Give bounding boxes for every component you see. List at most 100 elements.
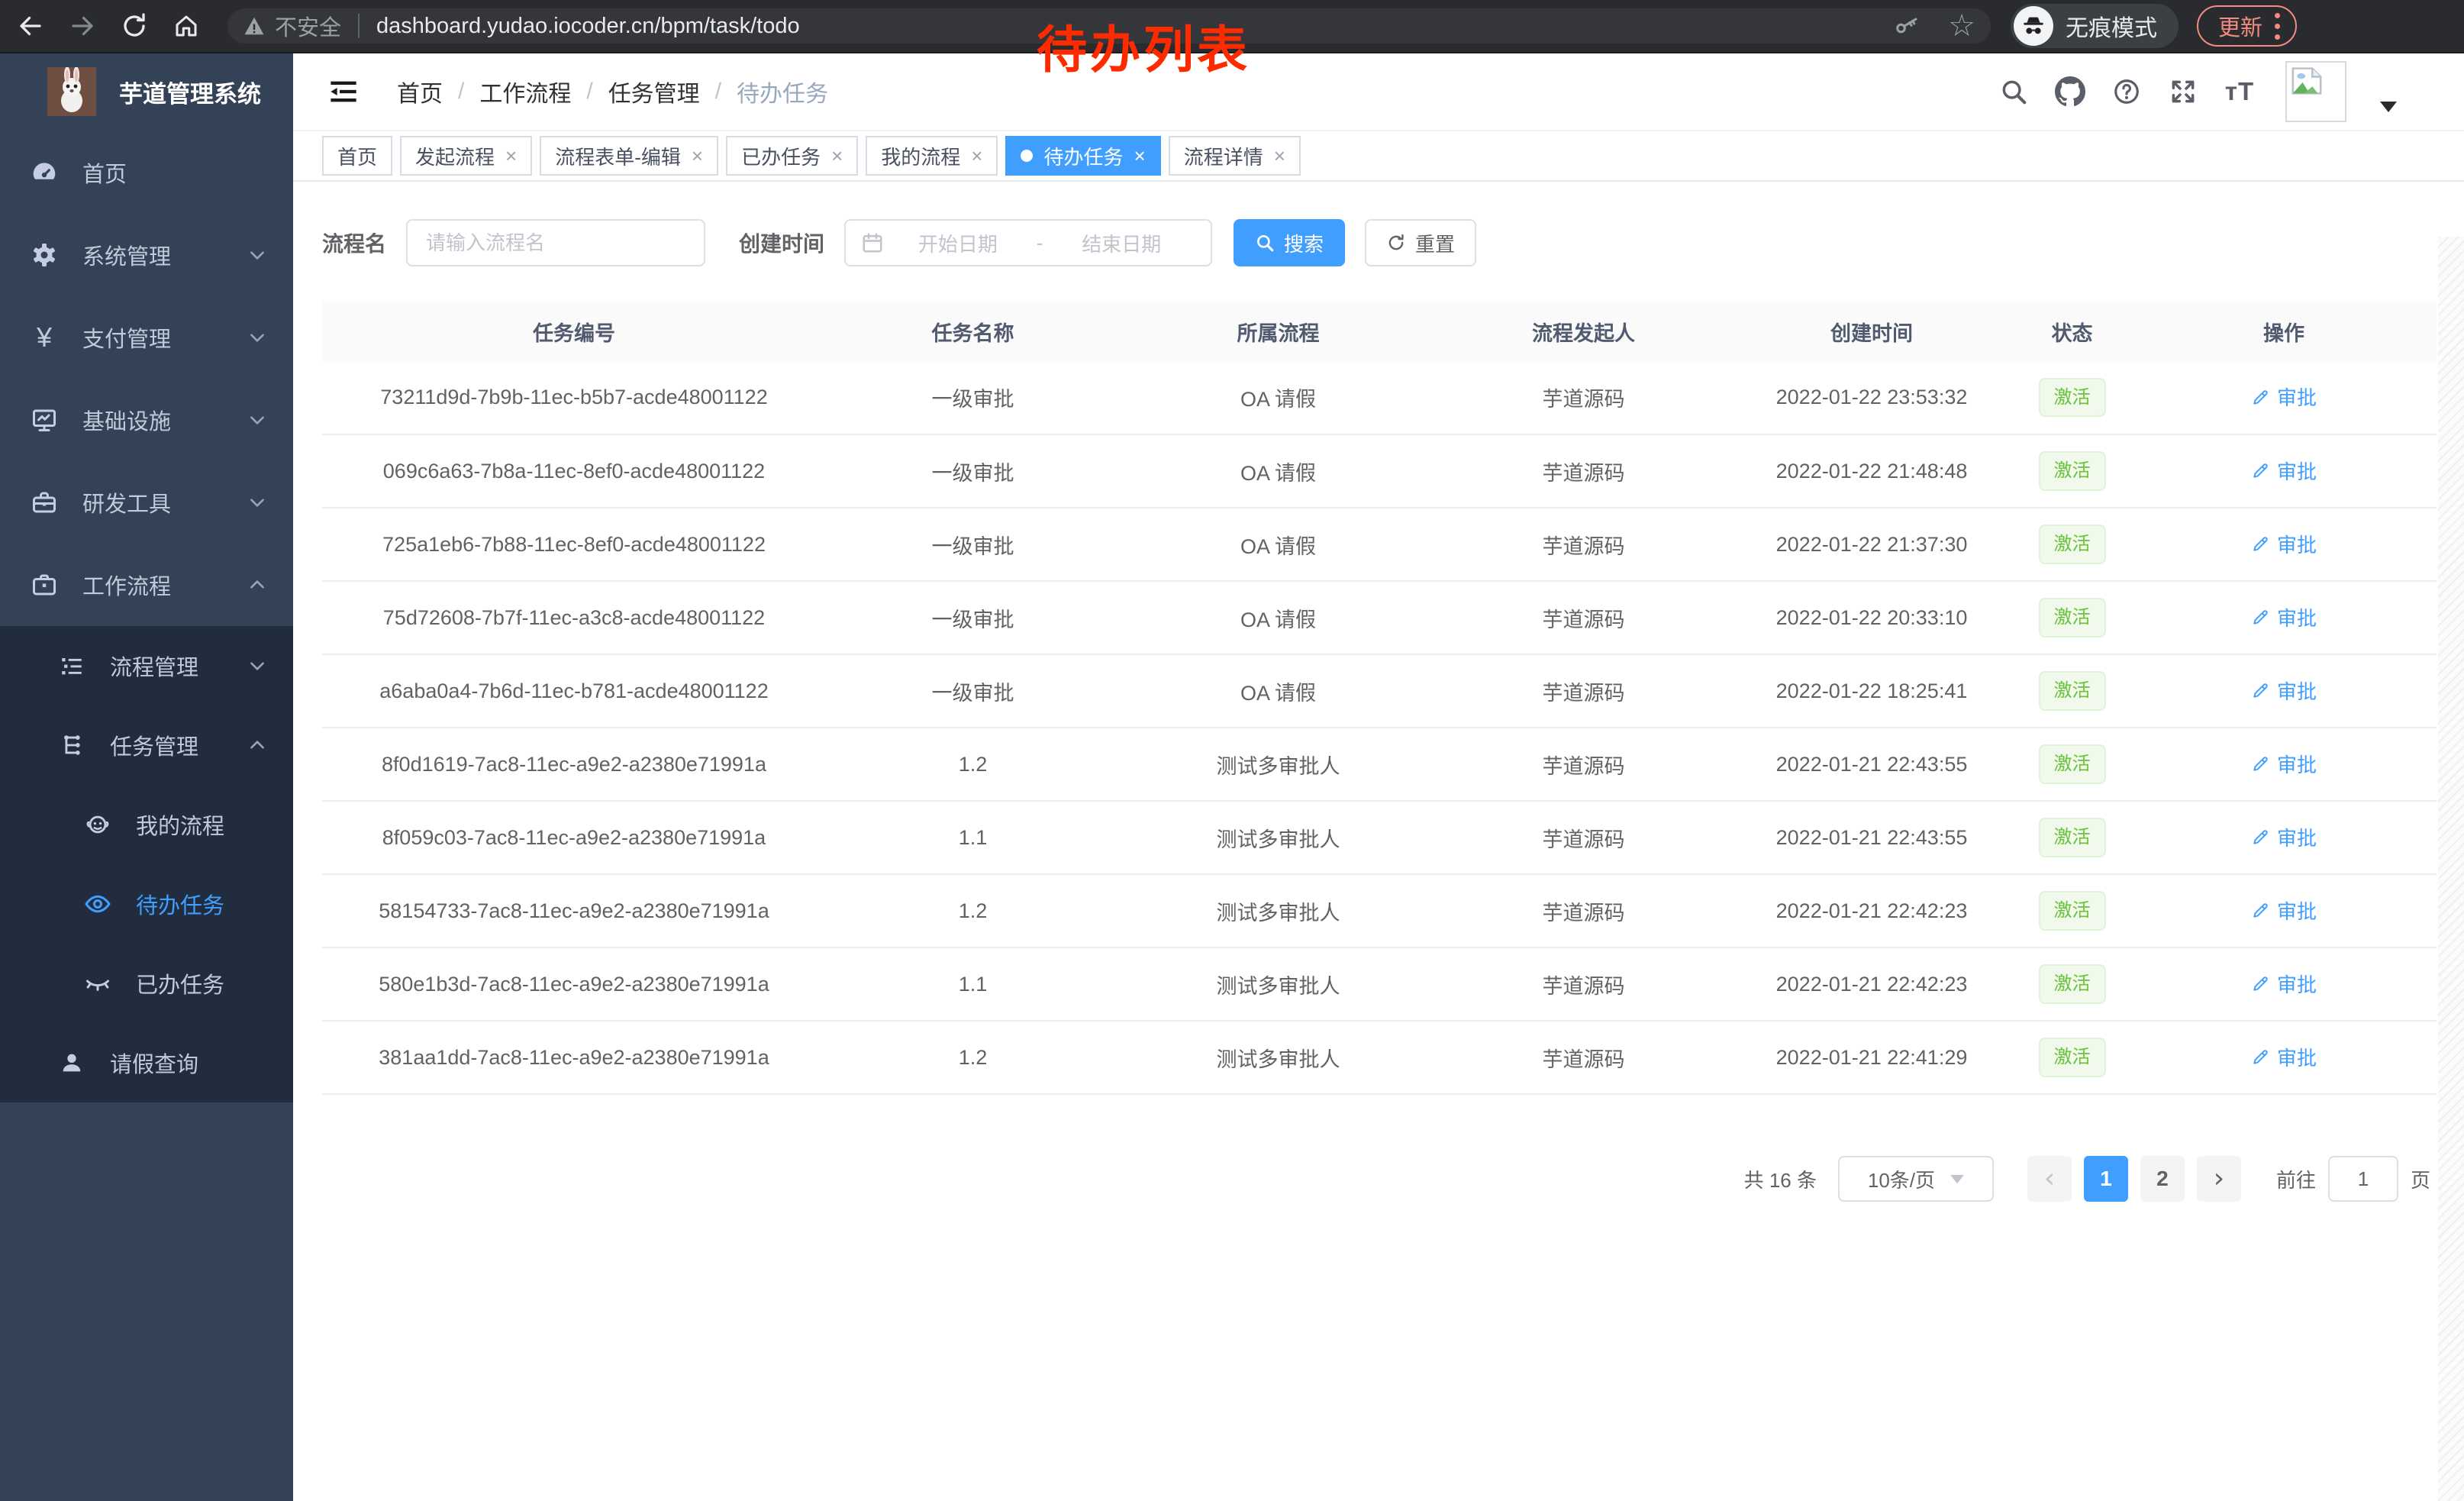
pencil-icon	[2251, 460, 2271, 480]
tab-process-detail[interactable]: 流程详情×	[1169, 136, 1301, 176]
sidebar-item-my-process[interactable]: 我的流程	[0, 785, 293, 864]
approve-link[interactable]: 审批	[2251, 1043, 2317, 1071]
sidebar-item-label: 请假查询	[110, 1047, 198, 1079]
sidebar-item-home[interactable]: 首页	[0, 131, 293, 214]
font-size-button[interactable]: тT	[2223, 75, 2256, 108]
avatar[interactable]	[2285, 61, 2346, 122]
sidebar-item-infra[interactable]: 基础设施	[0, 379, 293, 461]
chevron-left-icon: ‹	[2044, 1165, 2055, 1193]
browser-forward-button[interactable]	[61, 5, 104, 47]
breadcrumb-task-mgmt[interactable]: 任务管理	[608, 75, 700, 108]
close-icon[interactable]: ×	[692, 144, 703, 168]
home-icon	[173, 12, 200, 40]
breadcrumb-home[interactable]: 首页	[397, 75, 443, 108]
cell-initiator: 芋道源码	[1437, 947, 1730, 1021]
prev-page-button[interactable]: ‹	[2027, 1156, 2072, 1202]
close-icon[interactable]: ×	[505, 144, 517, 168]
reset-button[interactable]: 重置	[1365, 219, 1476, 266]
sidebar-item-todo-tasks[interactable]: 待办任务	[0, 864, 293, 944]
tab-form-edit[interactable]: 流程表单-编辑×	[540, 136, 718, 176]
cell-initiator: 芋道源码	[1437, 434, 1730, 508]
sidebar-item-devtools[interactable]: 研发工具	[0, 461, 293, 544]
tab-start-process[interactable]: 发起流程×	[400, 136, 532, 176]
tab-my-process[interactable]: 我的流程×	[866, 136, 998, 176]
approve-link[interactable]: 审批	[2251, 896, 2317, 925]
close-icon[interactable]: ×	[831, 144, 843, 168]
browser-reload-button[interactable]	[113, 5, 156, 47]
cell-action: 审批	[2131, 728, 2437, 801]
cell-created: 2022-01-21 22:42:23	[1730, 947, 2013, 1021]
status-badge: 激活	[2039, 964, 2106, 1003]
sidebar-item-label: 工作流程	[82, 569, 171, 601]
robot-icon	[82, 812, 113, 838]
approve-link[interactable]: 审批	[2251, 383, 2317, 411]
fullscreen-button[interactable]	[2166, 75, 2200, 108]
password-key-icon[interactable]	[1893, 12, 1921, 40]
tab-home[interactable]: 首页	[322, 136, 392, 176]
sidebar-item-system[interactable]: 系统管理	[0, 214, 293, 296]
approve-link[interactable]: 审批	[2251, 530, 2317, 558]
sidebar-item-task-mgmt[interactable]: 任务管理	[0, 705, 293, 785]
sidebar-item-process-mgmt[interactable]: 流程管理	[0, 626, 293, 705]
approve-link[interactable]: 审批	[2251, 970, 2317, 998]
close-icon[interactable]: ×	[1134, 144, 1146, 168]
avatar-dropdown-caret[interactable]	[2380, 102, 2397, 112]
browser-back-button[interactable]	[9, 5, 52, 47]
cell-task-id: 73211d9d-7b9b-11ec-b5b7-acde48001122	[322, 361, 826, 434]
date-range-picker[interactable]: 开始日期 - 结束日期	[844, 219, 1212, 266]
bookmark-star-icon[interactable]: ☆	[1948, 11, 1975, 41]
browser-menu-update-button[interactable]: 更新	[2197, 5, 2297, 47]
active-dot	[1021, 150, 1033, 162]
sidebar-item-label: 支付管理	[82, 321, 171, 353]
sidebar-item-label: 首页	[82, 157, 127, 189]
tab-todo-tasks[interactable]: 待办任务×	[1005, 136, 1160, 176]
table-row: 725a1eb6-7b88-11ec-8ef0-acde48001122 一级审…	[322, 508, 2437, 581]
browser-home-button[interactable]	[165, 5, 208, 47]
update-label: 更新	[2218, 10, 2262, 42]
tags-view-bar: 首页 发起流程× 流程表单-编辑× 已办任务× 我的流程× 待办任务× 流程详情…	[293, 131, 2464, 182]
close-icon[interactable]: ×	[971, 144, 982, 168]
cell-action: 审批	[2131, 874, 2437, 947]
next-page-button[interactable]: ›	[2197, 1156, 2241, 1202]
sidebar-item-leave-query[interactable]: 请假查询	[0, 1023, 293, 1102]
close-icon[interactable]: ×	[1274, 144, 1285, 168]
search-button[interactable]: 搜索	[1234, 219, 1345, 266]
header-search-button[interactable]	[1997, 75, 2030, 108]
forward-arrow-icon	[69, 12, 96, 40]
sidebar-item-workflow[interactable]: 工作流程	[0, 544, 293, 626]
sidebar-collapse-button[interactable]	[321, 71, 366, 112]
approve-link[interactable]: 审批	[2251, 603, 2317, 631]
process-name-input[interactable]	[406, 219, 705, 266]
cell-process: 测试多审批人	[1120, 728, 1437, 801]
cell-created: 2022-01-22 23:53:32	[1730, 361, 2013, 434]
table-row: 58154733-7ac8-11ec-a9e2-a2380e71991a 1.2…	[322, 874, 2437, 947]
sidebar-item-payment[interactable]: ¥ 支付管理	[0, 296, 293, 379]
tab-done-tasks[interactable]: 已办任务×	[726, 136, 858, 176]
approve-link[interactable]: 审批	[2251, 823, 2317, 851]
cell-process: OA 请假	[1120, 361, 1437, 434]
cell-created: 2022-01-21 22:41:29	[1730, 1021, 2013, 1094]
status-badge: 激活	[2039, 744, 2106, 783]
address-divider	[358, 14, 360, 38]
cell-process: 测试多审批人	[1120, 947, 1437, 1021]
pagination: 共 16 条 10条/页 ‹ 1 2 › 前往 页	[293, 1156, 2464, 1202]
table-row: 8f059c03-7ac8-11ec-a9e2-a2380e71991a 1.1…	[322, 801, 2437, 874]
security-status[interactable]: 不安全	[243, 10, 341, 42]
approve-link[interactable]: 审批	[2251, 750, 2317, 778]
goto-page-input[interactable]	[2328, 1156, 2398, 1202]
sidebar-item-done-tasks[interactable]: 已办任务	[0, 944, 293, 1023]
monitor-icon	[29, 406, 60, 434]
page-button-1[interactable]: 1	[2084, 1156, 2128, 1202]
help-button[interactable]	[2110, 75, 2143, 108]
approve-link[interactable]: 审批	[2251, 457, 2317, 485]
cell-initiator: 芋道源码	[1437, 801, 1730, 874]
cell-task-name: 1.1	[826, 947, 1120, 1021]
pencil-icon	[2251, 387, 2271, 407]
hamburger-icon	[328, 79, 359, 105]
approve-link[interactable]: 审批	[2251, 676, 2317, 705]
page-size-select[interactable]: 10条/页	[1838, 1156, 1994, 1202]
github-link[interactable]	[2053, 75, 2087, 108]
breadcrumb-workflow[interactable]: 工作流程	[479, 75, 571, 108]
page-button-2[interactable]: 2	[2140, 1156, 2185, 1202]
security-label: 不安全	[275, 10, 341, 42]
